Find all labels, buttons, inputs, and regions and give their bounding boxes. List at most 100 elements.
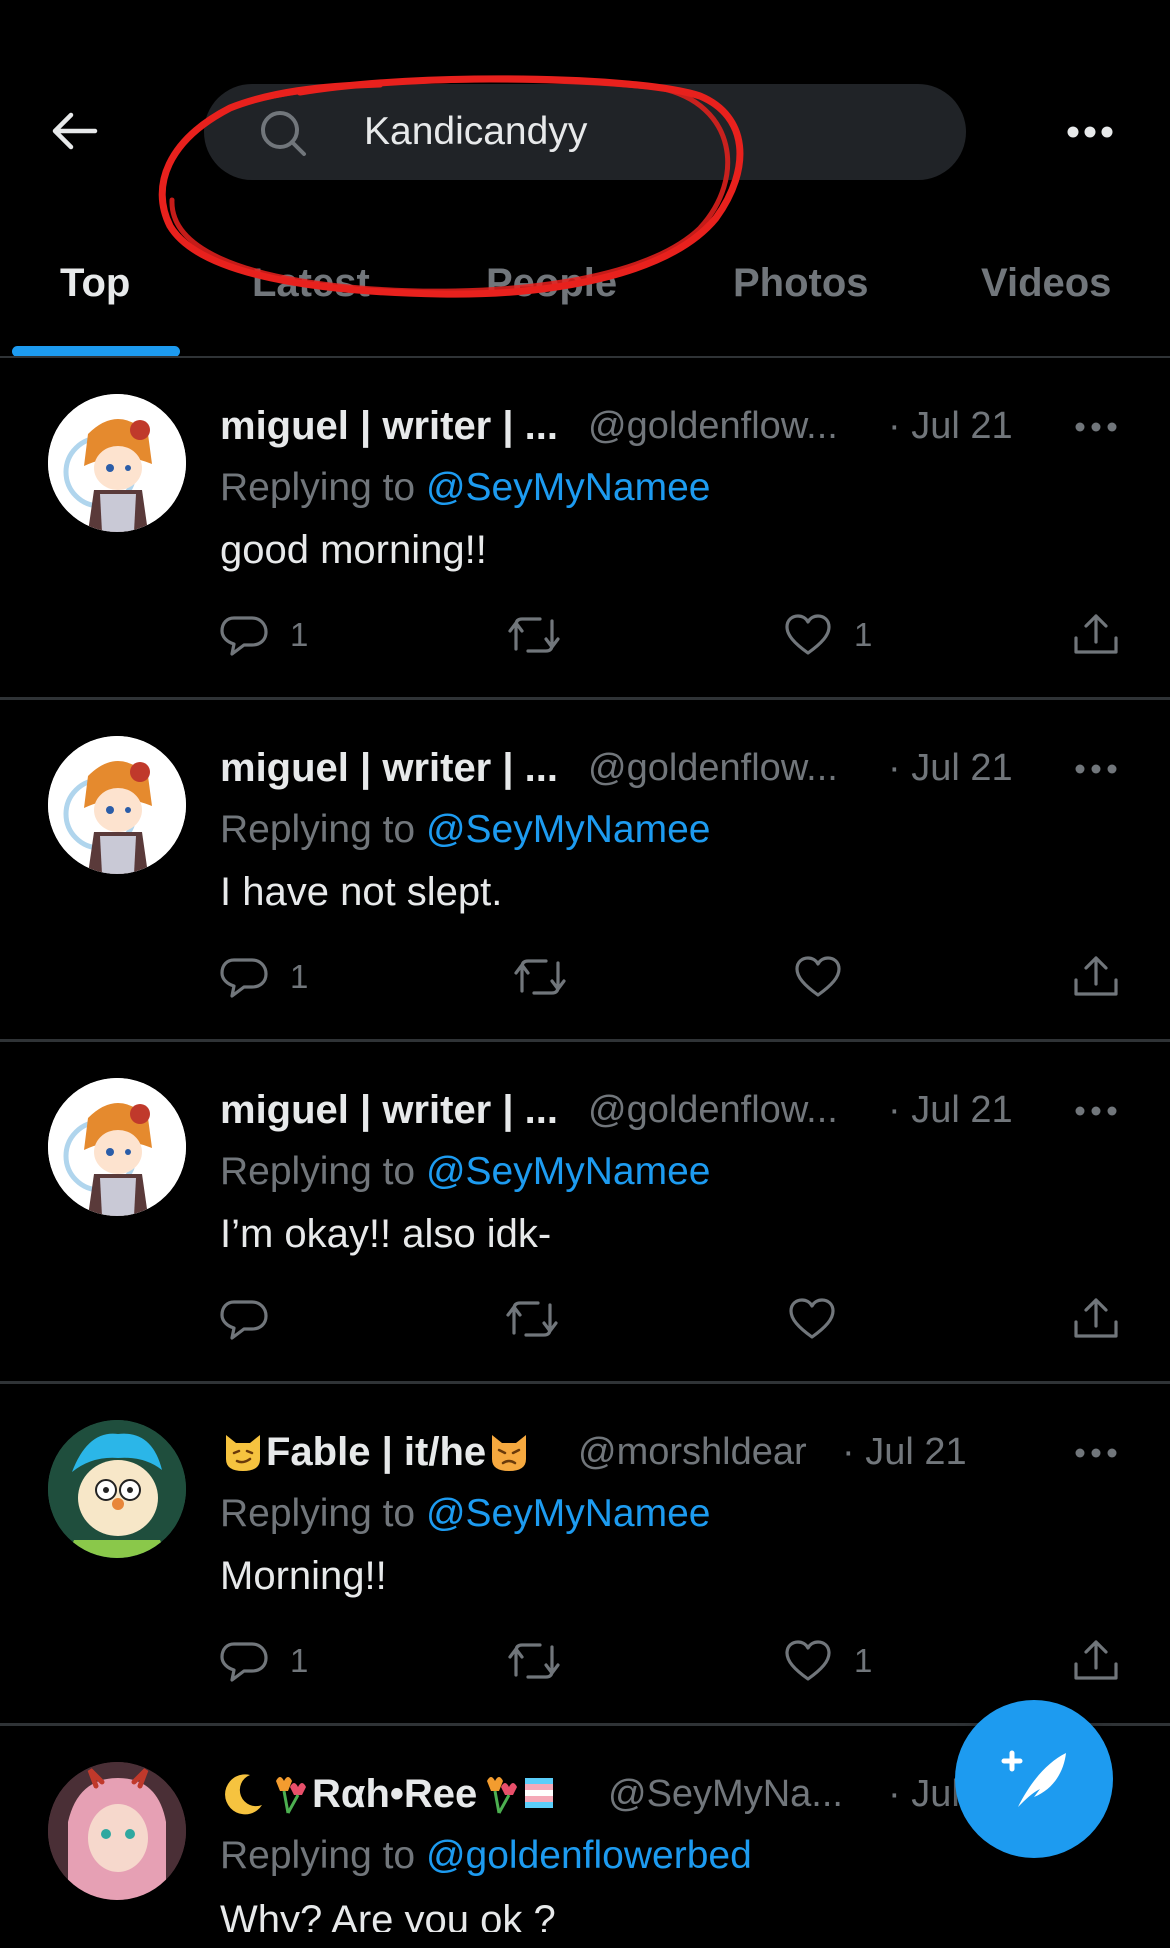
avatar[interactable] xyxy=(48,736,186,874)
share-button[interactable] xyxy=(1072,610,1120,660)
crescent-moon-icon xyxy=(225,1774,262,1815)
tweet-1[interactable]: miguel | writer | ... @goldenflow... · J… xyxy=(0,358,1170,700)
transgender-flag-icon xyxy=(525,1778,554,1808)
search-tabs: Top Latest People Photos Videos xyxy=(0,232,1170,360)
tab-videos[interactable]: Videos xyxy=(981,258,1111,308)
like-button[interactable]: 1 xyxy=(784,610,872,660)
retweet-icon xyxy=(508,1643,560,1679)
reply-button[interactable]: 1 xyxy=(220,610,308,660)
reply-icon xyxy=(220,1642,268,1682)
smirking-cat-icon xyxy=(226,1435,260,1471)
reply-context: Replying to @SeyMyNamee xyxy=(220,1150,711,1193)
share-button[interactable] xyxy=(1072,1636,1120,1686)
share-icon xyxy=(1074,1640,1118,1680)
timestamp: · Jul 21 xyxy=(888,405,1013,447)
heart-icon xyxy=(789,1298,835,1339)
more-icon xyxy=(1067,126,1113,138)
handle: @morshldear xyxy=(578,1431,807,1473)
tweet-more-icon[interactable] xyxy=(1074,756,1118,782)
reply-context: Replying to @SeyMyNamee xyxy=(220,466,711,509)
tweet-more-icon[interactable] xyxy=(1074,1440,1118,1466)
retweet-button[interactable] xyxy=(506,610,562,660)
tweet-4[interactable]: Fable | it/he @morshldear · Jul 21 Reply… xyxy=(0,1384,1170,1726)
tweet-text: I have not slept. xyxy=(220,870,503,914)
like-button[interactable]: 1 xyxy=(784,1636,872,1686)
handle: @goldenflow... xyxy=(588,405,838,447)
display-name-text: Rαh•Ree xyxy=(312,1772,478,1816)
display-name-text: Fable | it/he xyxy=(266,1430,487,1474)
search-icon xyxy=(261,111,306,156)
arrow-left-icon xyxy=(52,112,98,150)
reply-button[interactable]: 1 xyxy=(220,1636,308,1686)
like-button[interactable] xyxy=(794,952,864,1002)
reply-icon xyxy=(220,958,268,998)
share-button[interactable] xyxy=(1072,1294,1120,1344)
mention-link[interactable]: @SeyMyNamee xyxy=(426,808,711,851)
reply-icon xyxy=(220,616,268,656)
reply-context: Replying to @SeyMyNamee xyxy=(220,1492,711,1535)
compose-tweet-button[interactable] xyxy=(955,1700,1113,1858)
more-options-button[interactable] xyxy=(1062,110,1118,154)
mention-link[interactable]: @SeyMyNamee xyxy=(426,1150,711,1193)
search-query: Kandicandyy xyxy=(364,110,588,153)
like-count: 1 xyxy=(854,616,873,653)
handle: @SeyMyNa... xyxy=(608,1773,843,1815)
reply-icon xyxy=(220,1300,268,1340)
share-button[interactable] xyxy=(1072,952,1120,1002)
tab-people[interactable]: People xyxy=(486,258,617,308)
tweet-more-icon[interactable] xyxy=(1074,414,1118,440)
like-button[interactable] xyxy=(788,1294,858,1344)
tweet-3[interactable]: miguel | writer | ... @goldenflow... · J… xyxy=(0,1042,1170,1384)
tab-top[interactable]: Top xyxy=(60,258,130,308)
retweet-button[interactable] xyxy=(504,1294,560,1344)
tweet-2[interactable]: miguel | writer | ... @goldenflow... · J… xyxy=(0,700,1170,1042)
avatar[interactable] xyxy=(48,1420,186,1558)
tweet-text: good morning!! xyxy=(220,528,487,572)
heart-icon xyxy=(785,1640,831,1681)
tweet-text: Why? Are you ok ? xyxy=(220,1898,556,1932)
reply-button[interactable]: 1 xyxy=(220,952,308,1002)
display-name[interactable]: miguel | writer | ... xyxy=(220,396,558,456)
back-button[interactable] xyxy=(44,106,104,156)
display-name[interactable]: Fable | it/he xyxy=(220,1422,532,1482)
retweet-button[interactable] xyxy=(512,952,568,1002)
timestamp: · Jul 21 xyxy=(888,1089,1013,1131)
avatar[interactable] xyxy=(48,394,186,532)
retweet-button[interactable] xyxy=(506,1636,562,1686)
pouting-cat-icon xyxy=(492,1435,527,1471)
retweet-icon xyxy=(506,1301,558,1337)
timestamp: · Jul 21 xyxy=(842,1431,967,1473)
like-count: 1 xyxy=(854,1642,873,1679)
share-icon xyxy=(1074,1298,1118,1338)
tweet-text: Morning!! xyxy=(220,1554,387,1598)
display-name[interactable]: miguel | writer | ... xyxy=(220,738,558,798)
timestamp: · Jul 21 xyxy=(888,747,1013,789)
handle: @goldenflow... xyxy=(588,1089,838,1131)
search-input[interactable]: Kandicandyy xyxy=(204,84,966,180)
reply-context: Replying to @SeyMyNamee xyxy=(220,808,711,851)
tulip-bouquet-icon xyxy=(487,1777,518,1814)
display-name[interactable]: Rαh•Ree xyxy=(220,1764,557,1824)
reply-context: Replying to @goldenflowerbed xyxy=(220,1834,752,1877)
retweet-icon xyxy=(508,617,560,653)
reply-button[interactable] xyxy=(220,1294,290,1344)
tweet-text: I’m okay!! also idk- xyxy=(220,1212,552,1256)
mention-link[interactable]: @SeyMyNamee xyxy=(426,466,711,509)
timestamp: · Jul xyxy=(888,1773,960,1815)
mention-link[interactable]: @SeyMyNamee xyxy=(426,1492,711,1535)
tab-photos[interactable]: Photos xyxy=(733,258,869,308)
mention-link[interactable]: @goldenflowerbed xyxy=(426,1834,752,1877)
reply-count: 1 xyxy=(290,1642,309,1679)
heart-icon xyxy=(795,956,841,997)
reply-count: 1 xyxy=(290,958,309,995)
compose-feather-icon xyxy=(1001,1750,1066,1807)
reply-count: 1 xyxy=(290,616,309,653)
tweet-more-icon[interactable] xyxy=(1074,1098,1118,1124)
display-name[interactable]: miguel | writer | ... xyxy=(220,1080,558,1140)
heart-icon xyxy=(785,614,831,655)
handle: @goldenflow... xyxy=(588,747,838,789)
avatar[interactable] xyxy=(48,1078,186,1216)
tulip-bouquet-icon xyxy=(276,1777,306,1814)
tab-latest[interactable]: Latest xyxy=(252,258,370,308)
avatar[interactable] xyxy=(48,1762,186,1900)
